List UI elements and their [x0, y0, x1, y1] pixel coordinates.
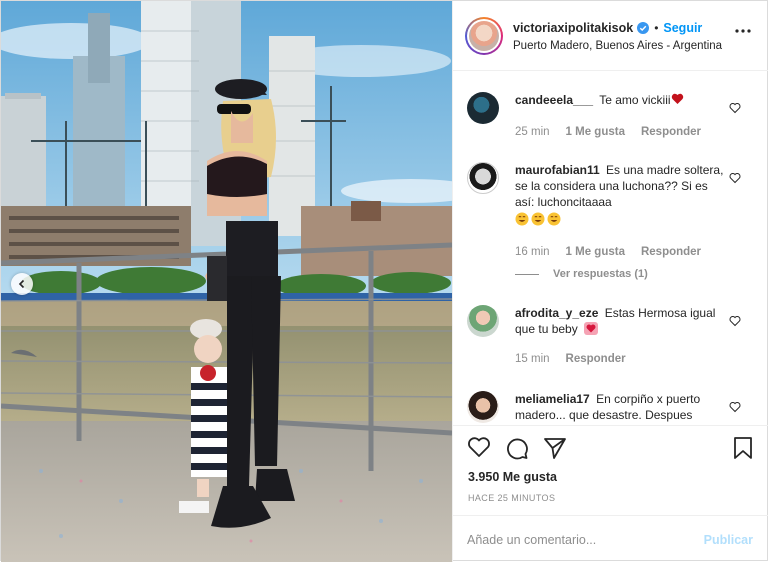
- commenter-username[interactable]: meliamelia17: [515, 392, 590, 406]
- commenter-avatar[interactable]: [467, 305, 499, 337]
- author-username[interactable]: victoriaxipolitakisok: [513, 21, 633, 35]
- commenter-avatar[interactable]: [467, 162, 499, 194]
- commenter-username[interactable]: maurofabian11: [515, 163, 600, 177]
- carousel-previous-button[interactable]: [11, 273, 33, 295]
- reply-button[interactable]: Responder: [641, 246, 701, 258]
- post-header: victoriaxipolitakisok • Seguir Puerto Ma…: [453, 1, 768, 71]
- post-actions: 3.950 Me gusta HACE 25 MINUTOS: [453, 425, 768, 515]
- verified-badge-icon: [637, 22, 650, 34]
- ellipsis-icon[interactable]: [735, 29, 751, 33]
- like-comment-heart-icon[interactable]: [729, 401, 741, 413]
- like-comment-heart-icon[interactable]: [729, 315, 741, 327]
- heart-outline-icon[interactable]: [467, 436, 491, 458]
- post-timestamp[interactable]: HACE 25 MINUTOS: [468, 493, 555, 503]
- comment-likes[interactable]: 1 Me gusta: [566, 246, 625, 258]
- chevron-left-icon: [18, 279, 25, 289]
- author-avatar[interactable]: [465, 17, 503, 55]
- reply-button[interactable]: Responder: [641, 126, 701, 138]
- commenter-username[interactable]: afrodita_y_eze: [515, 306, 598, 320]
- instagram-post-modal: victoriaxipolitakisok • Seguir Puerto Ma…: [0, 0, 768, 562]
- header-separator: •: [654, 21, 659, 35]
- author-avatar-image: [469, 21, 499, 51]
- comment-time: 15 min: [515, 353, 550, 365]
- reply-button[interactable]: Responder: [566, 353, 626, 365]
- smiling-emoji-icon: [515, 212, 561, 226]
- post-photo[interactable]: [1, 1, 452, 562]
- comment-icon[interactable]: [505, 436, 529, 460]
- comment-time: 25 min: [515, 126, 550, 138]
- comments-list[interactable]: candeeela___ Te amo vickiii 25 min 1 Me …: [453, 72, 768, 425]
- bookmark-icon[interactable]: [732, 436, 754, 460]
- post-details-panel: victoriaxipolitakisok • Seguir Puerto Ma…: [452, 1, 768, 562]
- like-comment-heart-icon[interactable]: [729, 172, 741, 184]
- heart-emoji-icon: [584, 322, 599, 335]
- comment-time: 16 min: [515, 246, 550, 258]
- likes-count[interactable]: 3.950 Me gusta: [468, 470, 557, 484]
- add-comment-input[interactable]: [467, 530, 687, 550]
- post-location[interactable]: Puerto Madero, Buenos Aires - Argentina: [513, 40, 722, 52]
- comment-likes[interactable]: 1 Me gusta: [566, 126, 625, 138]
- view-replies-label: Ver respuestas (1): [553, 268, 648, 280]
- paper-plane-icon[interactable]: [543, 436, 567, 460]
- follow-button[interactable]: Seguir: [663, 21, 702, 35]
- like-comment-heart-icon[interactable]: [729, 102, 741, 114]
- red-heart-emoji-icon: [671, 93, 683, 104]
- commenter-username[interactable]: candeeela___: [515, 93, 593, 107]
- replies-divider: [515, 273, 539, 275]
- add-comment-form: Publicar: [453, 515, 768, 561]
- publish-button[interactable]: Publicar: [704, 533, 753, 547]
- post-photo-illustration: [1, 1, 452, 562]
- comment-text: Te amo vickiii: [599, 93, 671, 107]
- commenter-avatar[interactable]: [467, 391, 499, 423]
- commenter-avatar[interactable]: [467, 92, 499, 124]
- view-replies-button[interactable]: Ver respuestas (1): [515, 268, 648, 280]
